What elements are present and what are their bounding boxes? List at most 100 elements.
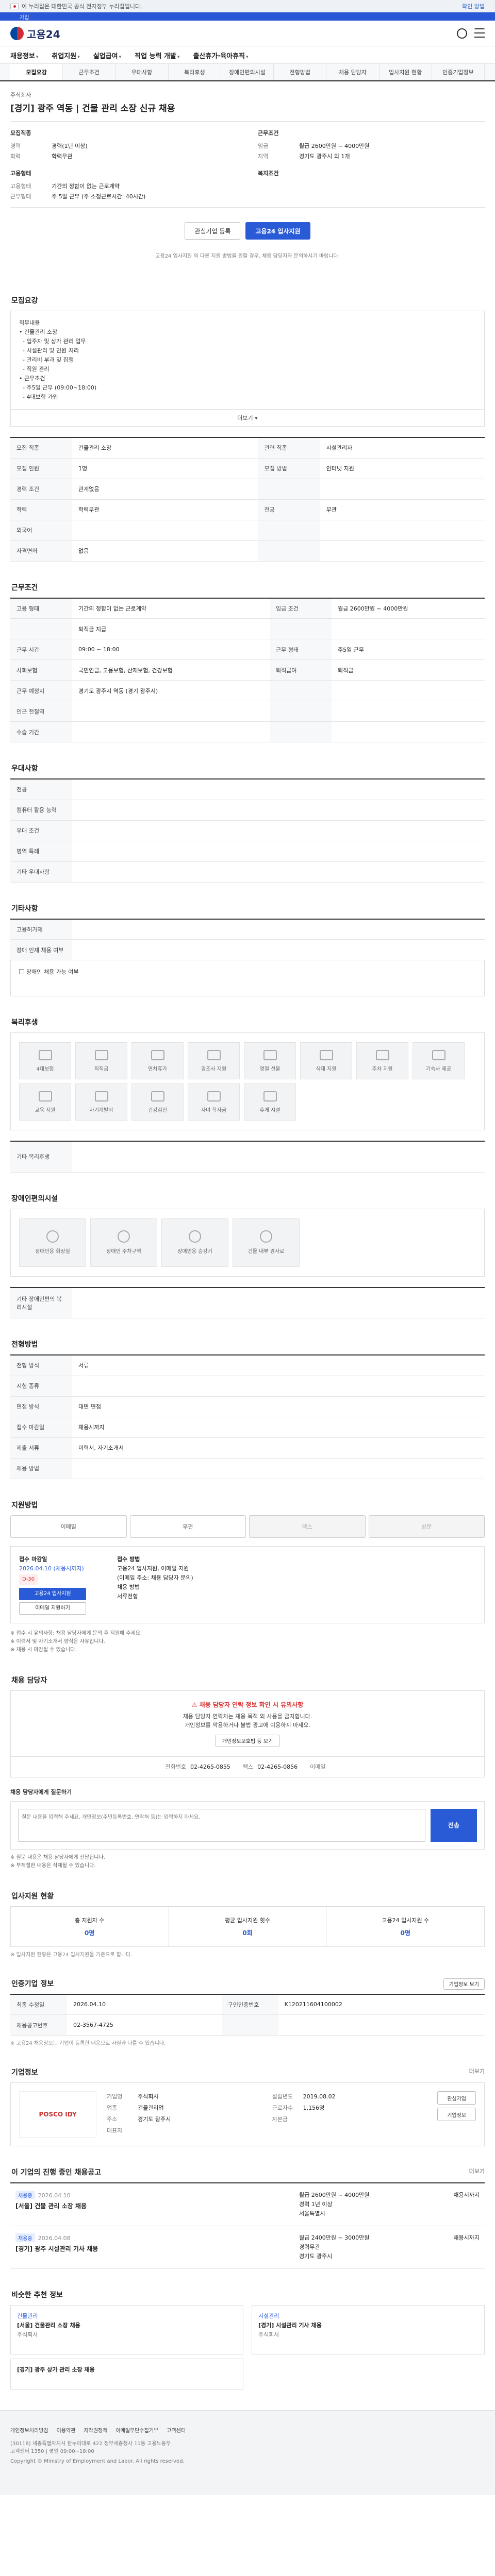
checkbox[interactable] bbox=[19, 969, 24, 974]
others-more-link[interactable]: 더보기 bbox=[469, 2167, 485, 2182]
recommend-title[interactable]: [경기] 광주 상가 관리 소장 채용 bbox=[17, 2366, 95, 2373]
search-icon[interactable] bbox=[457, 28, 467, 39]
gnb-item[interactable]: 취업지원 ▾ bbox=[52, 50, 79, 60]
corp-row: 대표자 bbox=[107, 2125, 262, 2137]
job-item[interactable]: 채용중 2026.04.08 [경기] 광주 시설관리 기사 채용 월급 2400만원… bbox=[10, 2226, 485, 2269]
deadline-value: 2026.04.10 (채용시까지) bbox=[19, 1565, 84, 1572]
work-section: 근무조건 고용 형태 기간의 정함이 없는 근로계약 임금 조건 월급 2600만원 … bbox=[10, 582, 485, 742]
kv-value bbox=[72, 1458, 485, 1479]
kv-value bbox=[72, 841, 485, 862]
job-item[interactable]: 채용중 2026.04.10 [서울] 건물 관리 소장 채용 월급 2600만원 ~… bbox=[10, 2183, 485, 2226]
welfare-label: 자녀 학자금 bbox=[201, 1107, 227, 1113]
gov-banner-toggle[interactable]: 확인 방법 bbox=[462, 2, 485, 10]
table-row: 모집 직종 건물관리 소장 관련 직종 시설관리자 bbox=[10, 437, 485, 459]
footer-address: (30118) 세종특별자치시 한누리대로 422 정부세종청사 11동 고용노… bbox=[10, 2441, 171, 2447]
privacy-law-button[interactable]: 개인정보보호법 등 보기 bbox=[215, 1734, 280, 1747]
stat-item: 고용24 입사지원 수 0명 bbox=[327, 1907, 484, 1946]
corp-button[interactable]: 기업정보 bbox=[437, 2108, 476, 2121]
qa-textarea[interactable] bbox=[18, 1808, 425, 1842]
more-button[interactable]: 더보기 bbox=[237, 415, 253, 421]
job-mid: 월급 2600만원 ~ 4000만원 경력 1년 이상 서울특별시 bbox=[299, 2191, 443, 2218]
method-line: 고용24 입사지원, 이메일 지원 bbox=[117, 1565, 189, 1572]
site-footer: 개인정보처리방침 이용약관 저작권정책 이메일무단수집거부 고객센터 (30118) 세… bbox=[0, 2410, 495, 2495]
interest-button[interactable]: 관심기업 등록 bbox=[185, 222, 241, 240]
welfare-icon bbox=[319, 1049, 333, 1060]
apply-email-button[interactable]: 이메일 지원하기 bbox=[19, 1602, 86, 1615]
kv-key: 외국어 bbox=[10, 520, 72, 541]
stat-item: 총 지원자 수 0명 bbox=[11, 1906, 169, 1946]
kv-key bbox=[270, 680, 332, 701]
apply-button[interactable]: 고용24 입사지원 bbox=[245, 222, 310, 240]
job-salary: 월급 2400만원 ~ 3000만원 bbox=[299, 2234, 370, 2241]
kv-key bbox=[258, 540, 320, 562]
kv-key: 구인인증번호 bbox=[221, 1994, 278, 2015]
recommend-card[interactable]: 시설관리 [경기] 시설관리 기사 채용 주식회사 bbox=[252, 2305, 485, 2354]
gnb-item[interactable]: 실업급여 ▾ bbox=[93, 50, 121, 60]
kv-key: 퇴직급여 bbox=[270, 659, 332, 681]
gnb-label: 출산휴가·육아휴직 bbox=[193, 52, 245, 60]
apply-online-button[interactable]: 고용24 입사지원 bbox=[19, 1587, 86, 1600]
kv-key: 장애 인재 채용 여부 bbox=[10, 939, 72, 960]
corp-row: 설립년도 2019.08.02 bbox=[272, 2091, 427, 2103]
footer-link[interactable]: 이용약관 bbox=[57, 2426, 76, 2434]
apply-option[interactable]: 팩스 bbox=[249, 1515, 366, 1538]
company-logo: POSCO IDY bbox=[19, 2091, 96, 2138]
tab-item[interactable]: 입사지원 현황 bbox=[380, 64, 432, 80]
facility-label: 장애인용 승강기 bbox=[177, 1249, 212, 1255]
tab-item[interactable]: 복리후생 bbox=[169, 64, 221, 80]
job-mid: 월급 2400만원 ~ 3000만원 경력무관 경기도 광주시 bbox=[299, 2233, 443, 2261]
footer-link[interactable]: 이메일무단수집거부 bbox=[116, 2426, 158, 2434]
welfare-label: 주차 지원 bbox=[372, 1066, 393, 1072]
table-row: 수습 기간 bbox=[10, 721, 485, 742]
site-logo[interactable]: 고용24 bbox=[10, 26, 60, 41]
footer-link[interactable]: 개인정보처리방침 bbox=[10, 2426, 48, 2434]
kv-value: 국민연금, 고용보험, 산재보험, 건강보험 bbox=[72, 659, 270, 681]
kv-key bbox=[270, 721, 332, 742]
gnb-item[interactable]: 직업 능력 개발 ▾ bbox=[135, 50, 179, 60]
kv-value bbox=[72, 1141, 485, 1173]
job-title[interactable]: [경기] 광주 시설관리 기사 채용 bbox=[15, 2244, 299, 2253]
welfare-item: 자기계발비 bbox=[75, 1083, 127, 1121]
corp-button[interactable]: 관심기업 bbox=[437, 2091, 476, 2105]
apply-option[interactable]: 우편 bbox=[129, 1515, 246, 1538]
corp-key: 주소 bbox=[107, 2116, 118, 2123]
contact-item: 전화번호 02-4265-0855 bbox=[166, 1762, 230, 1771]
tab-item[interactable]: 모집요강 bbox=[10, 64, 63, 80]
gnb-item[interactable]: 채용정보 ▾ bbox=[10, 50, 38, 60]
section-title: 모집요강 bbox=[11, 297, 38, 305]
job-title[interactable]: [서울] 건물 관리 소장 채용 bbox=[15, 2201, 299, 2210]
table-row: 기타 우대사항 bbox=[10, 861, 485, 883]
facility-label: 장애인 주차구역 bbox=[106, 1249, 141, 1255]
welfare-item: 명절 선물 bbox=[244, 1042, 296, 1079]
meta-note: ※ 고용24 채용정보는 기업이 등록한 내용으로 사실과 다를 수 있습니다. bbox=[10, 2041, 166, 2046]
welfare-icon bbox=[375, 1049, 389, 1060]
tab-item[interactable]: 인증기업정보 bbox=[432, 64, 485, 80]
apply-option[interactable]: 이메일 bbox=[10, 1515, 127, 1538]
recommend-card[interactable]: 건물관리 [서울] 건물관리 소장 채용 주식회사 bbox=[10, 2305, 243, 2354]
tab-item[interactable]: 장애인편의시설 bbox=[221, 64, 274, 80]
menu-icon[interactable] bbox=[474, 28, 485, 39]
corp-key: 설립년도 bbox=[272, 2093, 293, 2100]
tab-item[interactable]: 채용 담당자 bbox=[326, 64, 380, 80]
kv-key: 전공 bbox=[258, 499, 320, 520]
method-line: 서류전형 bbox=[117, 1592, 138, 1600]
alert-line: 채용 담당자 연락처는 채용 목적 외 사용을 금지합니다. bbox=[183, 1713, 312, 1720]
job-end: 채용시까지 bbox=[453, 2234, 480, 2241]
company-info-button[interactable]: 기업정보 보기 bbox=[443, 1978, 485, 1990]
kv-key: 우대 조건 bbox=[10, 820, 72, 841]
footer-link[interactable]: 고객센터 bbox=[167, 2426, 186, 2434]
gnb-item[interactable]: 출산휴가·육아휴직 ▾ bbox=[193, 50, 248, 60]
tab-item[interactable]: 우대사항 bbox=[116, 64, 169, 80]
apply-option[interactable]: 방문 bbox=[368, 1515, 485, 1538]
corp-more-link[interactable]: 더보기 bbox=[469, 2067, 485, 2082]
qa-send-button[interactable]: 전송 bbox=[431, 1808, 477, 1842]
tab-item[interactable]: 근무조건 bbox=[63, 64, 116, 80]
kv-value: 월급 2600만원 ~ 4000만원 bbox=[332, 598, 485, 619]
kv-key: 채용 방법 bbox=[10, 1458, 72, 1479]
tab-item[interactable]: 전형방법 bbox=[274, 64, 327, 80]
kv-key: 고용 형태 bbox=[10, 598, 72, 619]
kv-value: 주 5일 근무 (주 소정근로시간: 40시간) bbox=[52, 193, 146, 200]
strip-item[interactable]: 가입 bbox=[20, 13, 29, 21]
kv-value: 경력(1년 이상) bbox=[52, 143, 88, 149]
footer-link[interactable]: 저작권정책 bbox=[84, 2426, 107, 2434]
